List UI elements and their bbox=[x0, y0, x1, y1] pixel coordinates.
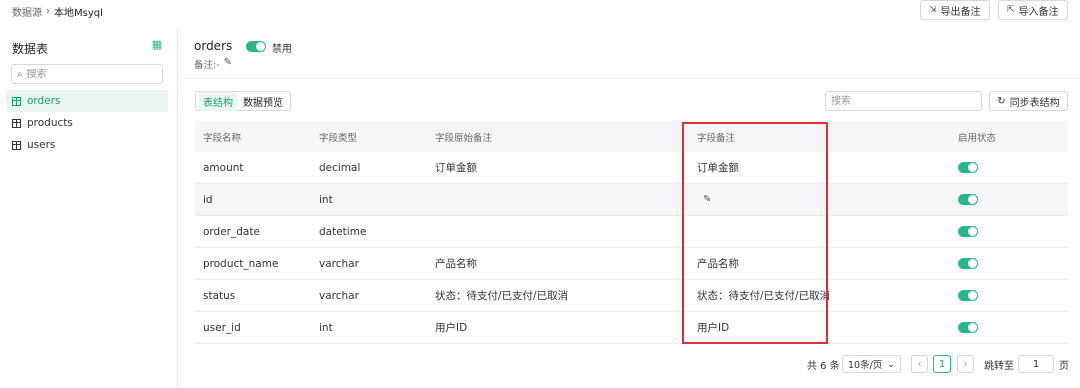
table-icon bbox=[12, 118, 21, 128]
sidebar-title: 数据表 bbox=[12, 42, 49, 56]
view-tabs: 表结构 数据预览 bbox=[195, 91, 291, 111]
table-icon bbox=[12, 140, 21, 150]
edit-icon[interactable]: ✎ bbox=[703, 194, 711, 205]
tab-data-preview[interactable]: 数据预览 bbox=[239, 92, 287, 111]
field-enable-toggle[interactable] bbox=[958, 194, 978, 205]
table-header-row: 字段名称 字段类型 字段原始备注 字段备注 启用状态 bbox=[195, 121, 1068, 152]
table-title: orders bbox=[194, 39, 233, 53]
table-note: 备注:- ✎ bbox=[194, 57, 232, 71]
sidebar-item-products[interactable]: products bbox=[6, 112, 168, 134]
table-status-label: 禁用 bbox=[272, 44, 292, 55]
field-type: int bbox=[319, 321, 333, 334]
column-header: 字段备注 bbox=[697, 132, 736, 144]
field-type: varchar bbox=[319, 257, 359, 270]
field-enable-cell bbox=[958, 184, 978, 215]
field-note[interactable]: 状态：待支付/已支付/已取消 bbox=[697, 280, 830, 311]
table-note-label: 备注:- bbox=[194, 60, 220, 71]
field-name: user_id bbox=[203, 321, 241, 334]
field-name: amount bbox=[203, 161, 244, 174]
sync-structure-label: 同步表结构 bbox=[1009, 97, 1060, 109]
edit-icon[interactable]: ✎ bbox=[224, 57, 232, 71]
pagination-total: 共 6 条 bbox=[807, 360, 840, 372]
page-number-current[interactable]: 1 bbox=[933, 355, 951, 373]
field-enable-toggle[interactable] bbox=[958, 258, 978, 269]
field-type: int bbox=[319, 193, 333, 206]
page-size-select[interactable]: 10条/页 ⌄ bbox=[842, 355, 901, 373]
field-type: decimal bbox=[319, 161, 361, 174]
tab-structure[interactable]: 表结构 bbox=[199, 91, 237, 111]
field-note-cell: ✎ bbox=[703, 184, 711, 215]
prev-page-button[interactable]: ‹ bbox=[911, 355, 928, 373]
column-header: 字段名称 bbox=[203, 132, 242, 144]
header-divider bbox=[179, 78, 1080, 79]
import-notes-label: 导入备注 bbox=[1018, 6, 1059, 18]
sidebar-search[interactable]: ⌕ bbox=[11, 64, 163, 84]
field-enable-cell bbox=[958, 312, 978, 343]
field-search-input[interactable] bbox=[825, 91, 982, 111]
table-add-icon[interactable]: ▦ bbox=[151, 39, 163, 51]
sync-icon: ↻ bbox=[997, 95, 1006, 107]
field-enable-cell bbox=[958, 248, 978, 279]
page-size-value: 10条/页 bbox=[848, 360, 883, 371]
breadcrumb-current: 本地Msyql bbox=[54, 8, 103, 19]
chevron-down-icon: ⌄ bbox=[887, 358, 895, 370]
breadcrumb: 数据源 › 本地Msyql bbox=[12, 4, 103, 19]
field-enable-cell bbox=[958, 216, 978, 247]
table-list: orders products users bbox=[6, 90, 168, 156]
table-row: order_date datetime bbox=[195, 216, 1068, 248]
search-icon: ⌕ bbox=[17, 68, 23, 80]
next-page-button[interactable]: › bbox=[957, 355, 974, 373]
page-unit-label: 页 bbox=[1059, 360, 1069, 372]
sidebar-item-users[interactable]: users bbox=[6, 134, 168, 156]
field-enable-cell bbox=[958, 280, 978, 311]
export-notes-button[interactable]: ⇲ 导出备注 bbox=[920, 0, 990, 20]
field-enable-toggle[interactable] bbox=[958, 162, 978, 173]
field-enable-toggle[interactable] bbox=[958, 322, 978, 333]
table-icon bbox=[12, 96, 21, 106]
field-original-note: 用户ID bbox=[435, 322, 468, 334]
column-header: 字段类型 bbox=[319, 132, 358, 144]
field-original-note: 状态：待支付/已支付/已取消 bbox=[435, 290, 569, 302]
sync-structure-button[interactable]: ↻ 同步表结构 bbox=[989, 91, 1068, 111]
breadcrumb-root[interactable]: 数据源 bbox=[12, 4, 42, 19]
sidebar: 数据表 ▦ ⌕ orders products users bbox=[0, 28, 178, 388]
field-name: order_date bbox=[203, 225, 260, 238]
field-enable-toggle[interactable] bbox=[958, 290, 978, 301]
import-icon: ⇱ bbox=[1007, 5, 1015, 15]
field-note[interactable]: 产品名称 bbox=[697, 248, 739, 279]
table-enable-toggle[interactable] bbox=[246, 41, 266, 52]
fields-table: 字段名称 字段类型 字段原始备注 字段备注 启用状态 amount decima… bbox=[195, 121, 1068, 344]
field-note[interactable]: 用户ID bbox=[697, 312, 729, 343]
field-type: varchar bbox=[319, 289, 359, 302]
export-icon: ⇲ bbox=[929, 5, 937, 15]
table-row: status varchar 状态：待支付/已支付/已取消 状态：待支付/已支付… bbox=[195, 280, 1068, 312]
field-name: id bbox=[203, 193, 213, 206]
field-name: product_name bbox=[203, 257, 279, 270]
field-name: status bbox=[203, 289, 236, 302]
table-row: amount decimal 订单金额 订单金额 bbox=[195, 152, 1068, 184]
field-original-note: 订单金额 bbox=[435, 162, 477, 174]
field-enable-toggle[interactable] bbox=[958, 226, 978, 237]
chevron-right-icon: › bbox=[46, 6, 50, 17]
import-notes-button[interactable]: ⇱ 导入备注 bbox=[998, 0, 1068, 20]
sidebar-item-label: orders bbox=[27, 95, 61, 107]
field-original-note: 产品名称 bbox=[435, 258, 477, 270]
field-note[interactable]: 订单金额 bbox=[697, 152, 739, 183]
sidebar-item-label: products bbox=[27, 117, 73, 129]
column-header: 启用状态 bbox=[958, 132, 997, 144]
sidebar-item-orders[interactable]: orders bbox=[6, 90, 168, 112]
field-type: datetime bbox=[319, 225, 367, 238]
table-row: id int ✎ bbox=[195, 184, 1068, 216]
page-jump-input[interactable]: 1 bbox=[1018, 355, 1054, 373]
field-enable-cell bbox=[958, 152, 978, 183]
column-header: 字段原始备注 bbox=[435, 132, 493, 144]
table-row: product_name varchar 产品名称 产品名称 bbox=[195, 248, 1068, 280]
sidebar-search-input[interactable] bbox=[26, 68, 147, 80]
top-bar: 数据源 › 本地Msyql ⇲ 导出备注 ⇱ 导入备注 bbox=[0, 0, 1080, 24]
export-notes-label: 导出备注 bbox=[940, 6, 981, 18]
page-jump-label: 跳转至 bbox=[984, 360, 1014, 372]
sidebar-item-label: users bbox=[27, 139, 56, 151]
table-row: user_id int 用户ID 用户ID bbox=[195, 312, 1068, 344]
